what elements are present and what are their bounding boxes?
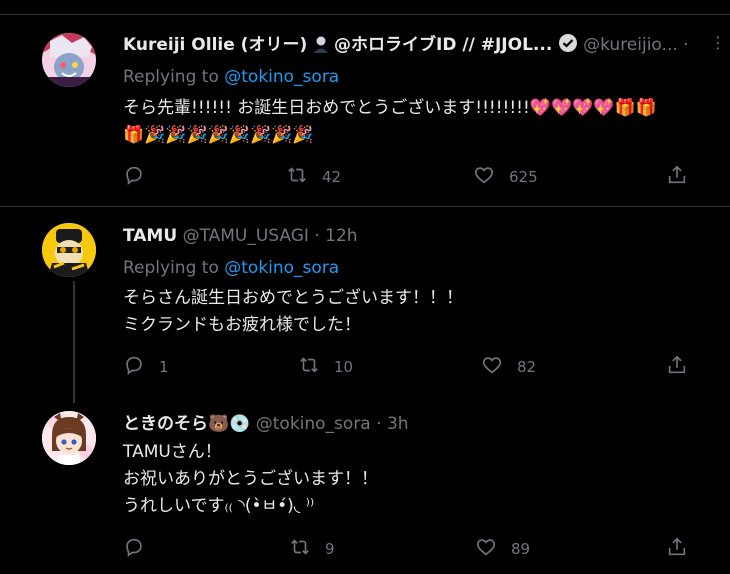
display-name-suffix[interactable]: @ホロライブID // #JJOL...: [334, 35, 552, 55]
previous-tweet-divider: [0, 0, 730, 15]
share-icon: [666, 354, 688, 380]
reply-button[interactable]: [123, 165, 145, 189]
share-icon: [666, 536, 688, 562]
tweet-line: そらさん誕生日おめでとうございます！！！: [123, 288, 463, 308]
tweet-header: TAMU @TAMU_USAGI · 12h: [123, 225, 358, 247]
like-count: 625: [509, 168, 538, 186]
tweet-header: ときのそら🐻💿 @tokino_sora · 3h: [123, 413, 409, 435]
like-button[interactable]: 82: [481, 355, 536, 379]
separator-dot: ·: [683, 35, 689, 55]
retweet-button[interactable]: 42: [286, 165, 341, 189]
reply-icon: [123, 164, 145, 190]
like-icon: [475, 536, 497, 562]
reply-icon: [123, 536, 145, 562]
avatar[interactable]: [42, 223, 96, 277]
share-button[interactable]: [666, 165, 688, 189]
tweet-text: そらさん誕生日おめでとうございます！！！ ミクランドもお疲れ様でした！: [123, 285, 463, 339]
timestamp[interactable]: · 3h: [376, 414, 408, 434]
tweet-actions: 42 625: [123, 165, 723, 189]
replying-handle-link[interactable]: @tokino_sora: [224, 67, 339, 87]
retweet-button[interactable]: 10: [298, 355, 353, 379]
like-icon: [481, 354, 503, 380]
tweet-tokino-sora[interactable]: ときのそら🐻💿 @tokino_sora · 3h TAMUさん！ お祝いありが…: [0, 397, 730, 574]
tweet-text: TAMUさん！ お祝いありがとうございます！！ うれしいです₍₍ ◝(•̀ㅂ•́…: [123, 439, 378, 520]
retweet-icon: [298, 354, 320, 380]
reply-button[interactable]: [123, 537, 145, 561]
tweet-line: お祝いありがとうございます！！: [123, 469, 378, 489]
person-icon: [313, 35, 329, 59]
like-icon: [473, 164, 495, 190]
handle[interactable]: @tokino_sora: [256, 414, 371, 434]
like-button[interactable]: 625: [473, 165, 538, 189]
like-button[interactable]: 89: [475, 537, 530, 561]
share-icon: [666, 164, 688, 190]
replying-prefix: Replying to: [123, 67, 219, 87]
avatar[interactable]: [42, 411, 96, 465]
retweet-button[interactable]: 9: [289, 537, 335, 561]
retweet-icon: [286, 164, 308, 190]
replying-prefix: Replying to: [123, 258, 219, 278]
replying-to: Replying to @tokino_sora: [123, 66, 339, 88]
retweet-count: 42: [322, 168, 342, 186]
retweet-count: 9: [325, 540, 335, 558]
replying-to: Replying to @tokino_sora: [123, 257, 339, 279]
more-icon[interactable]: ⋮: [710, 33, 726, 52]
display-name[interactable]: TAMU: [123, 226, 177, 246]
like-count: 82: [517, 358, 537, 376]
tweet-line: 🎁🎉🎉🎉🎉🎉🎉🎉🎉: [123, 125, 314, 145]
tweet-line: ミクランドもお疲れ様でした！: [123, 315, 361, 335]
retweet-count: 10: [334, 358, 354, 376]
tweet-text: そら先輩!!!!!! お誕生日おめでとうございます!!!!!!!!💖💖💖💖🎁🎁 …: [123, 95, 657, 149]
verified-icon: [558, 33, 578, 59]
replying-handle-link[interactable]: @tokino_sora: [224, 258, 339, 278]
share-button[interactable]: [666, 537, 688, 561]
reply-icon: [123, 354, 145, 380]
retweet-icon: [289, 536, 311, 562]
tweet-tamu[interactable]: TAMU @TAMU_USAGI · 12h Replying to @toki…: [0, 207, 730, 403]
timestamp[interactable]: · 12h: [314, 226, 357, 246]
reply-count: 1: [159, 358, 169, 376]
tweet-line: そら先輩!!!!!! お誕生日おめでとうございます!!!!!!!!💖💖💖💖🎁🎁: [123, 98, 657, 118]
tweet-actions: 1 10 82: [123, 355, 723, 379]
thread-connector: [73, 281, 75, 403]
display-name[interactable]: ときのそら🐻💿: [123, 414, 250, 434]
handle[interactable]: @kureijio...: [583, 35, 678, 55]
handle[interactable]: @TAMU_USAGI: [183, 226, 309, 246]
tweet-actions: 9 89: [123, 537, 723, 561]
tweet-kureiji-ollie[interactable]: Kureiji Ollie (オリー) @ホロライブID // #JJOL...…: [0, 15, 730, 205]
like-count: 89: [511, 540, 531, 558]
tweet-header: Kureiji Ollie (オリー) @ホロライブID // #JJOL...…: [123, 33, 689, 55]
tweet-line: うれしいです₍₍ ◝(•̀ㅂ•́)◟ ⁾⁾: [123, 496, 315, 516]
display-name[interactable]: Kureiji Ollie (オリー): [123, 35, 307, 55]
reply-button[interactable]: 1: [123, 355, 169, 379]
share-button[interactable]: [666, 355, 688, 379]
avatar[interactable]: [42, 33, 96, 87]
tweet-line: TAMUさん！: [123, 442, 222, 462]
